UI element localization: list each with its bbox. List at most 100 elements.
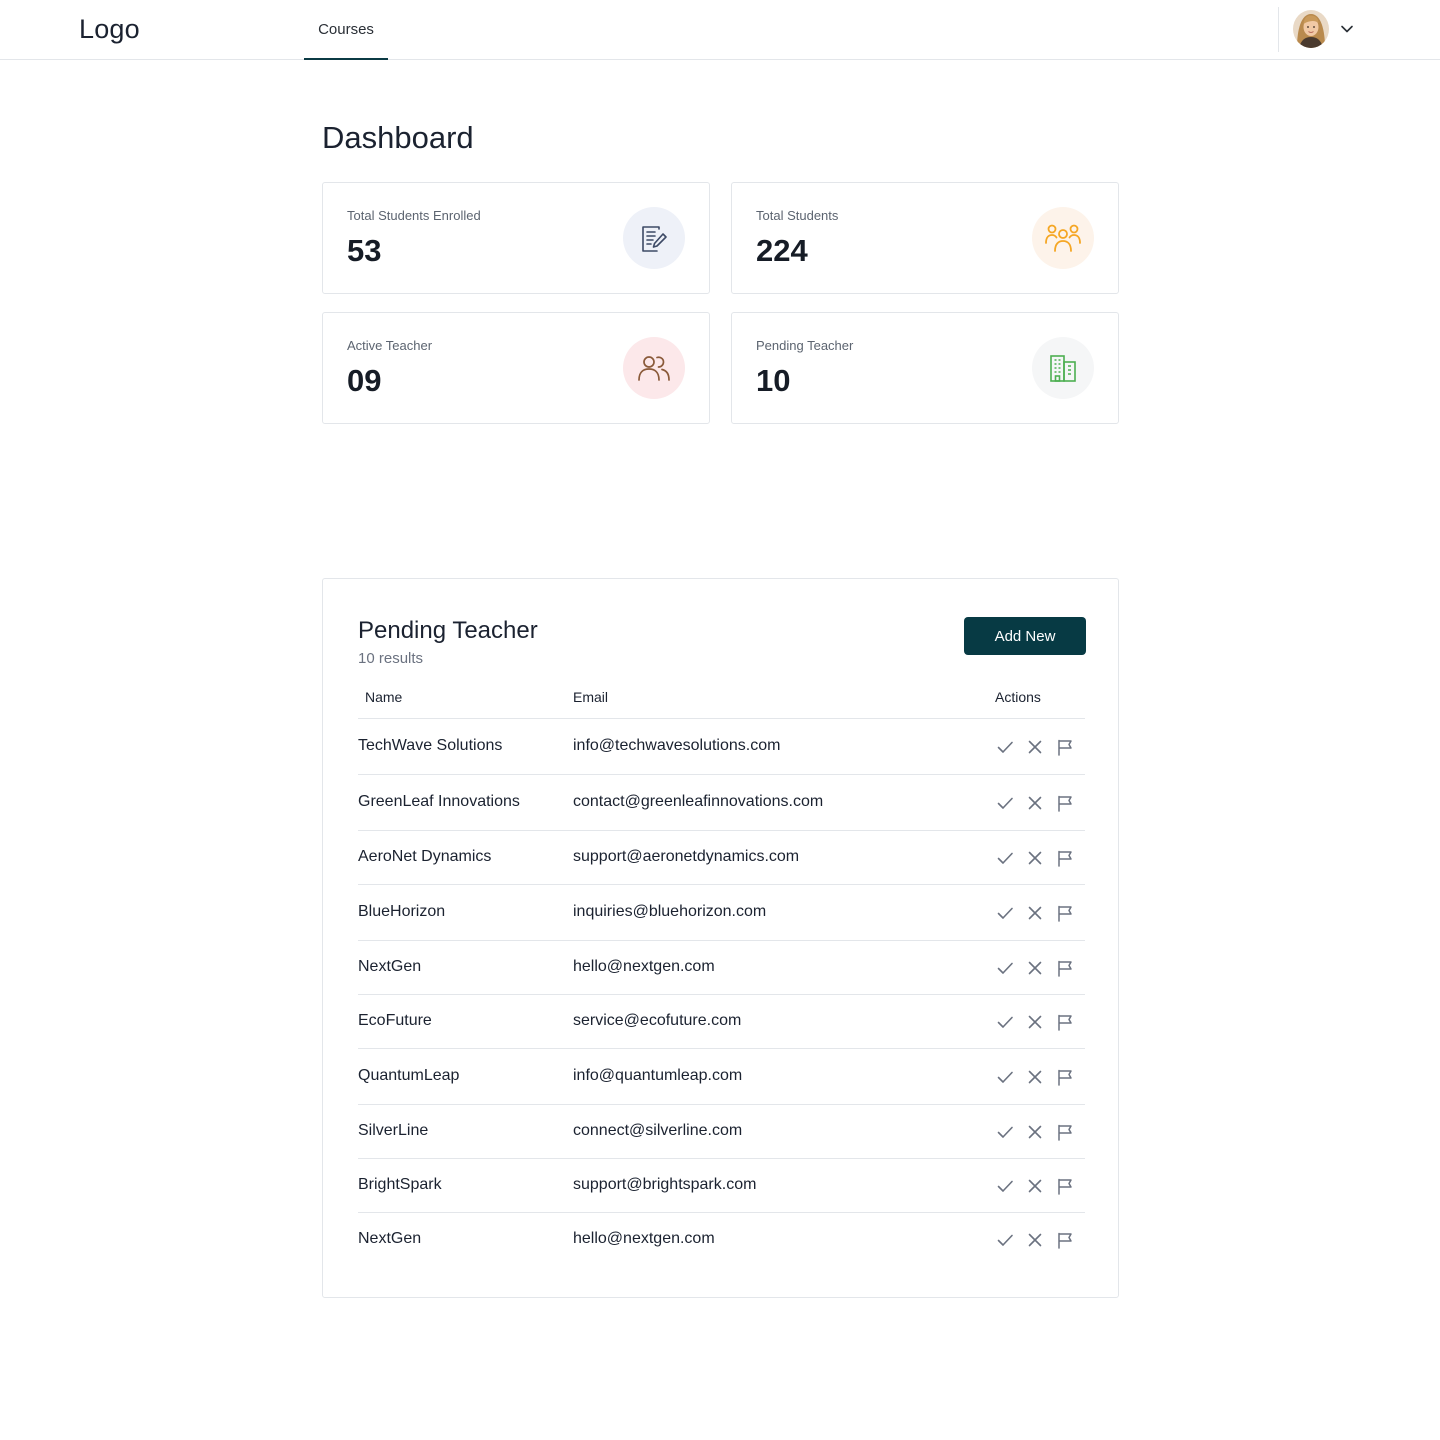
check-icon bbox=[996, 1013, 1014, 1031]
flag-button[interactable] bbox=[1055, 1176, 1075, 1196]
check-icon bbox=[996, 738, 1014, 756]
stat-value: 10 bbox=[756, 363, 791, 398]
reject-button[interactable] bbox=[1025, 737, 1045, 757]
teacher-email: connect@silverline.com bbox=[573, 1122, 743, 1139]
approve-button[interactable] bbox=[995, 1230, 1015, 1250]
stat-value: 224 bbox=[756, 233, 808, 268]
teacher-email: contact@greenleafinnovations.com bbox=[573, 793, 824, 810]
check-icon bbox=[996, 959, 1014, 977]
table-header: Name Email Actions bbox=[358, 683, 1085, 719]
teacher-name: SilverLine bbox=[358, 1122, 429, 1139]
table-row: AeroNet Dynamics support@aeronetdynamics.… bbox=[358, 831, 1085, 885]
approve-button[interactable] bbox=[995, 1012, 1015, 1032]
close-icon bbox=[1026, 1123, 1044, 1141]
teacher-email: inquiries@bluehorizon.com bbox=[573, 903, 767, 920]
page-title: Dashboard bbox=[322, 120, 474, 155]
approve-button[interactable] bbox=[995, 1067, 1015, 1087]
check-icon bbox=[996, 1123, 1014, 1141]
check-icon bbox=[996, 849, 1014, 867]
check-icon bbox=[996, 794, 1014, 812]
pending-teacher-panel: Pending Teacher 10 results Add New Name … bbox=[322, 578, 1119, 1298]
flag-button[interactable] bbox=[1055, 1012, 1075, 1032]
panel-title: Pending Teacher bbox=[358, 617, 538, 644]
flag-icon bbox=[1056, 1177, 1074, 1195]
stat-value: 09 bbox=[347, 363, 382, 398]
table-row: BlueHorizon inquiries@bluehorizon.com bbox=[358, 885, 1085, 941]
flag-button[interactable] bbox=[1055, 958, 1075, 978]
check-icon bbox=[996, 1231, 1014, 1249]
teacher-name: BlueHorizon bbox=[358, 903, 446, 920]
flag-icon bbox=[1056, 1013, 1074, 1031]
column-header-email[interactable]: Email bbox=[573, 689, 608, 705]
flag-button[interactable] bbox=[1055, 737, 1075, 757]
teacher-name: AeroNet Dynamics bbox=[358, 848, 492, 865]
flag-icon bbox=[1056, 1068, 1074, 1086]
logo[interactable]: Logo bbox=[79, 14, 140, 45]
stat-label: Active Teacher bbox=[347, 338, 433, 353]
flag-icon bbox=[1056, 959, 1074, 977]
approve-button[interactable] bbox=[995, 793, 1015, 813]
teacher-email: info@quantumleap.com bbox=[573, 1067, 743, 1084]
close-icon bbox=[1026, 959, 1044, 977]
check-icon bbox=[996, 904, 1014, 922]
close-icon bbox=[1026, 904, 1044, 922]
reject-button[interactable] bbox=[1025, 1176, 1045, 1196]
column-header-name[interactable]: Name bbox=[365, 689, 402, 705]
teacher-name: EcoFuture bbox=[358, 1012, 432, 1029]
avatar-image bbox=[1293, 10, 1329, 48]
approve-button[interactable] bbox=[995, 958, 1015, 978]
reject-button[interactable] bbox=[1025, 848, 1045, 868]
reject-button[interactable] bbox=[1025, 1012, 1045, 1032]
check-icon bbox=[996, 1068, 1014, 1086]
approve-button[interactable] bbox=[995, 737, 1015, 757]
avatar[interactable] bbox=[1293, 10, 1329, 48]
reject-button[interactable] bbox=[1025, 958, 1045, 978]
nav-tab-courses[interactable]: Courses bbox=[304, 0, 388, 60]
teacher-email: support@aeronetdynamics.com bbox=[573, 848, 800, 865]
close-icon bbox=[1026, 1013, 1044, 1031]
flag-button[interactable] bbox=[1055, 848, 1075, 868]
teacher-email: hello@nextgen.com bbox=[573, 958, 715, 975]
reject-button[interactable] bbox=[1025, 903, 1045, 923]
teacher-email: info@techwavesolutions.com bbox=[573, 737, 781, 754]
stat-label: Total Students Enrolled bbox=[347, 208, 481, 223]
flag-button[interactable] bbox=[1055, 903, 1075, 923]
stat-label: Pending Teacher bbox=[756, 338, 854, 353]
reject-button[interactable] bbox=[1025, 793, 1045, 813]
close-icon bbox=[1026, 794, 1044, 812]
reject-button[interactable] bbox=[1025, 1067, 1045, 1087]
close-icon bbox=[1026, 1231, 1044, 1249]
reject-button[interactable] bbox=[1025, 1230, 1045, 1250]
column-header-actions: Actions bbox=[995, 689, 1041, 705]
flag-button[interactable] bbox=[1055, 1230, 1075, 1250]
approve-button[interactable] bbox=[995, 1176, 1015, 1196]
close-icon bbox=[1026, 1068, 1044, 1086]
stat-value: 53 bbox=[347, 233, 382, 268]
teacher-name: GreenLeaf Innovations bbox=[358, 793, 520, 810]
users-icon bbox=[623, 337, 685, 399]
stat-card-pending-teacher: Pending Teacher 10 bbox=[731, 312, 1119, 424]
flag-button[interactable] bbox=[1055, 1122, 1075, 1142]
reject-button[interactable] bbox=[1025, 1122, 1045, 1142]
check-icon bbox=[996, 1177, 1014, 1195]
flag-button[interactable] bbox=[1055, 1067, 1075, 1087]
table-row: QuantumLeap info@quantumleap.com bbox=[358, 1049, 1085, 1105]
table-row: BrightSpark support@brightspark.com bbox=[358, 1159, 1085, 1213]
table-row: GreenLeaf Innovations contact@greenleafin… bbox=[358, 775, 1085, 831]
approve-button[interactable] bbox=[995, 1122, 1015, 1142]
stat-label: Total Students bbox=[756, 208, 839, 223]
flag-button[interactable] bbox=[1055, 793, 1075, 813]
chevron-down-icon[interactable] bbox=[1339, 21, 1355, 37]
teacher-name: TechWave Solutions bbox=[358, 737, 503, 754]
approve-button[interactable] bbox=[995, 903, 1015, 923]
table-row: NextGen hello@nextgen.com bbox=[358, 1213, 1085, 1267]
teacher-name: QuantumLeap bbox=[358, 1067, 460, 1084]
add-new-button[interactable]: Add New bbox=[964, 617, 1086, 655]
stat-card-total-students-enrolled: Total Students Enrolled 53 bbox=[322, 182, 710, 294]
teacher-email: hello@nextgen.com bbox=[573, 1230, 715, 1247]
flag-icon bbox=[1056, 738, 1074, 756]
stat-card-active-teacher: Active Teacher 09 bbox=[322, 312, 710, 424]
table-row: TechWave Solutions info@techwavesolutions… bbox=[358, 719, 1085, 775]
flag-icon bbox=[1056, 849, 1074, 867]
approve-button[interactable] bbox=[995, 848, 1015, 868]
